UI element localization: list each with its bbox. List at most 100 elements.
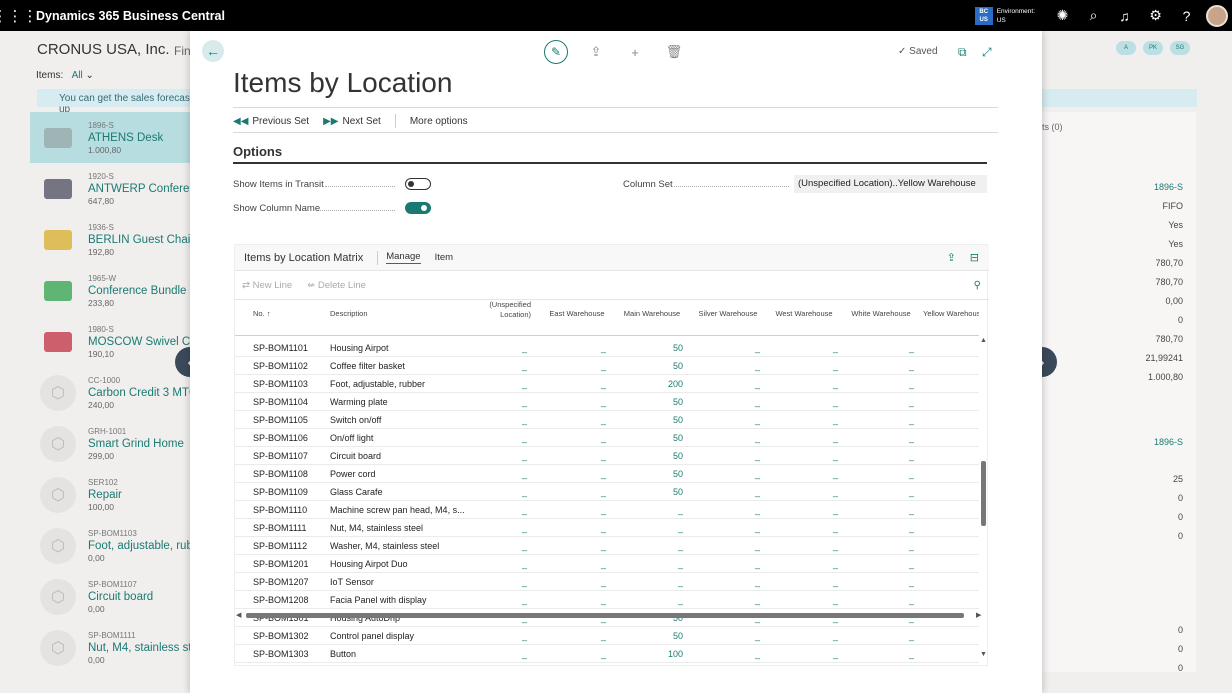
quantity-cell[interactable]: _ bbox=[720, 397, 760, 407]
quantity-cell[interactable]: _ bbox=[720, 343, 760, 353]
quantity-cell[interactable]: _ bbox=[487, 397, 527, 407]
description-cell[interactable]: Switch on/off bbox=[330, 415, 381, 425]
quantity-cell[interactable]: _ bbox=[720, 487, 760, 497]
delete-icon[interactable]: 🗑 bbox=[663, 41, 685, 63]
description-cell[interactable]: Power cord bbox=[330, 469, 376, 479]
quantity-cell[interactable]: _ bbox=[487, 523, 527, 533]
quantity-cell[interactable]: _ bbox=[798, 433, 838, 443]
quantity-cell[interactable]: _ bbox=[566, 649, 606, 659]
item-no-cell[interactable]: SP-BOM1109 bbox=[253, 487, 308, 497]
company-name[interactable]: CRONUS USA, Inc. bbox=[37, 41, 170, 58]
quantity-cell[interactable]: _ bbox=[566, 559, 606, 569]
description-cell[interactable]: Button bbox=[330, 649, 356, 659]
quantity-cell[interactable]: _ bbox=[566, 487, 606, 497]
quantity-cell[interactable]: _ bbox=[566, 595, 606, 605]
quantity-cell[interactable]: _ bbox=[566, 415, 606, 425]
quantity-cell[interactable]: _ bbox=[487, 379, 527, 389]
share-icon[interactable]: ⇪ bbox=[585, 41, 607, 63]
table-row[interactable]: SP-BOM1106 On/off light _ _ 50 _ _ _ bbox=[235, 429, 979, 447]
quantity-cell[interactable]: _ bbox=[487, 541, 527, 551]
item-tile[interactable]: ⬡ SER102 Repair 100,00 bbox=[30, 469, 190, 520]
quantity-cell[interactable]: _ bbox=[874, 397, 914, 407]
quantity-cell[interactable]: _ bbox=[566, 631, 606, 641]
table-row[interactable]: SP-BOM1104 Warming plate _ _ 50 _ _ _ bbox=[235, 393, 979, 411]
open-new-window-icon[interactable]: ⧉ bbox=[958, 45, 967, 60]
table-row[interactable]: SP-BOM1102 Coffee filter basket _ _ 50 _ _ _ bbox=[235, 357, 979, 375]
quantity-cell[interactable]: _ bbox=[874, 343, 914, 353]
item-no-cell[interactable]: SP-BOM1102 bbox=[253, 361, 308, 371]
quantity-cell[interactable]: _ bbox=[798, 361, 838, 371]
app-launcher-icon[interactable]: ⋮⋮⋮ bbox=[0, 0, 38, 31]
item-no-cell[interactable]: SP-BOM1105 bbox=[253, 415, 308, 425]
quantity-cell[interactable]: 50 bbox=[643, 487, 683, 497]
quantity-cell[interactable]: 50 bbox=[643, 631, 683, 641]
avatar[interactable] bbox=[1206, 4, 1228, 27]
description-cell[interactable]: Foot, adjustable, rubber bbox=[330, 379, 425, 389]
item-name[interactable]: Nut, M4, stainless stee bbox=[88, 642, 190, 654]
table-row[interactable]: SP-BOM1107 Circuit board _ _ 50 _ _ _ bbox=[235, 447, 979, 465]
tab-manage[interactable]: Manage bbox=[386, 251, 421, 264]
item-no-cell[interactable]: SP-BOM1208 bbox=[253, 595, 309, 605]
quantity-cell[interactable]: 50 bbox=[643, 361, 683, 371]
item-tile[interactable]: ⬡ SP-BOM1103 Foot, adjustable, rub...0,00 bbox=[30, 520, 190, 571]
table-row[interactable]: SP-BOM1103 Foot, adjustable, rubber _ _ 200 _… bbox=[235, 375, 979, 393]
quantity-cell[interactable]: _ bbox=[566, 433, 606, 443]
quantity-cell[interactable]: _ bbox=[720, 649, 760, 659]
quantity-cell[interactable]: _ bbox=[874, 649, 914, 659]
quantity-cell[interactable]: _ bbox=[643, 577, 683, 587]
quantity-cell[interactable]: _ bbox=[566, 343, 606, 353]
quantity-cell[interactable]: _ bbox=[643, 523, 683, 533]
table-row[interactable]: SP-BOM1303 Button _ _ 100 _ _ _ bbox=[235, 645, 979, 663]
quantity-cell[interactable]: 50 bbox=[643, 397, 683, 407]
description-cell[interactable]: Housing Airpot bbox=[330, 343, 389, 353]
quantity-cell[interactable]: _ bbox=[487, 433, 527, 443]
show-column-name-toggle[interactable] bbox=[405, 202, 431, 214]
item-tile[interactable]: 1896-S ATHENS Desk 1.000,80 bbox=[30, 112, 190, 163]
item-name[interactable]: Conference Bundle 2... bbox=[88, 285, 190, 297]
quantity-cell[interactable]: _ bbox=[798, 649, 838, 659]
scroll-left-icon[interactable]: ◀ bbox=[236, 611, 241, 619]
description-cell[interactable]: IoT Sensor bbox=[330, 577, 374, 587]
quantity-cell[interactable]: _ bbox=[566, 577, 606, 587]
quantity-cell[interactable]: _ bbox=[874, 451, 914, 461]
item-no-cell[interactable]: SP-BOM1303 bbox=[253, 649, 309, 659]
quantity-cell[interactable]: _ bbox=[798, 415, 838, 425]
quantity-cell[interactable]: _ bbox=[720, 433, 760, 443]
quantity-cell[interactable]: _ bbox=[874, 505, 914, 515]
add-icon[interactable]: + bbox=[624, 41, 646, 63]
quantity-cell[interactable]: 50 bbox=[643, 469, 683, 479]
environment-badge[interactable]: BC US bbox=[974, 6, 993, 25]
quantity-cell[interactable]: _ bbox=[566, 541, 606, 551]
table-row[interactable]: SP-BOM1109 Glass Carafe _ _ 50 _ _ _ bbox=[235, 483, 979, 501]
quantity-cell[interactable]: _ bbox=[487, 649, 527, 659]
quantity-cell[interactable]: 50 bbox=[643, 343, 683, 353]
table-row[interactable]: SP-BOM1207 IoT Sensor _ _ _ _ _ _ bbox=[235, 573, 979, 591]
description-cell[interactable]: Machine screw pan head, M4, s... bbox=[330, 505, 465, 515]
item-name[interactable]: Repair bbox=[88, 489, 190, 501]
quantity-cell[interactable]: _ bbox=[487, 451, 527, 461]
description-cell[interactable]: Control panel display bbox=[330, 631, 414, 641]
item-no-cell[interactable]: SP-BOM1108 bbox=[253, 469, 308, 479]
column-header[interactable]: No. ↑ bbox=[253, 309, 313, 319]
item-tile[interactable]: 1980-SMOSCOW Swivel Ch...190,10 bbox=[30, 316, 190, 367]
quantity-cell[interactable]: _ bbox=[720, 559, 760, 569]
environment-info[interactable]: Environment: US bbox=[997, 7, 1035, 25]
quantity-cell[interactable]: _ bbox=[487, 343, 527, 353]
quantity-cell[interactable]: _ bbox=[566, 451, 606, 461]
table-row[interactable]: SP-BOM1201 Housing Airpot Duo _ _ _ _ _ _ bbox=[235, 555, 979, 573]
item-no-cell[interactable]: SP-BOM1106 bbox=[253, 433, 308, 443]
search-icon[interactable]: ⌕ bbox=[1078, 0, 1109, 31]
quantity-cell[interactable]: 50 bbox=[643, 415, 683, 425]
scroll-thumb[interactable] bbox=[981, 461, 986, 526]
tag-sg[interactable]: SG bbox=[1170, 41, 1190, 55]
collapse-icon[interactable]: ⊟ bbox=[970, 251, 979, 264]
quantity-cell[interactable]: _ bbox=[720, 505, 760, 515]
back-button[interactable]: ← bbox=[202, 40, 224, 62]
copilot-icon[interactable]: ✺ bbox=[1047, 0, 1078, 31]
description-cell[interactable]: Circuit board bbox=[330, 451, 381, 461]
quantity-cell[interactable]: _ bbox=[720, 631, 760, 641]
table-row[interactable]: SP-BOM1101 Housing Airpot _ _ 50 _ _ _ bbox=[235, 339, 979, 357]
quantity-cell[interactable]: _ bbox=[720, 469, 760, 479]
item-no-cell[interactable]: SP-BOM1112 bbox=[253, 541, 307, 551]
quantity-cell[interactable]: _ bbox=[798, 523, 838, 533]
